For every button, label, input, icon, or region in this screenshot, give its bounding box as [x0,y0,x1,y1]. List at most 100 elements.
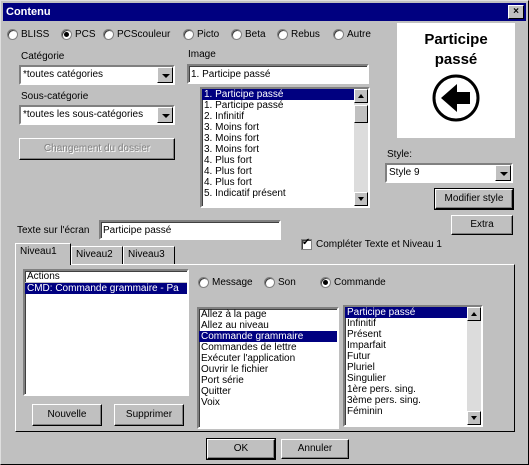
grammar-list-rows: Participe passé Infinitif Présent Imparfait… [345,307,481,417]
tab-niveau2[interactable]: Niveau2 [71,246,123,264]
command-list-item[interactable]: Ouvrir le fichier [199,364,337,375]
radio-label: PCScouleur [117,29,171,40]
chevron-down-icon[interactable] [157,107,173,123]
command-list-item[interactable]: Voix [199,397,337,408]
grammar-listbox[interactable]: Participe passé Infinitif Présent Imparfait… [343,305,483,427]
annuler-button[interactable]: Annuler [281,439,349,459]
action-item[interactable]: CMD: Commande grammaire - Pa [25,283,187,294]
actions-header: Actions [25,271,187,283]
image-list-item[interactable]: 4. Plus fort [202,166,368,177]
sous-categorie-combo[interactable]: *toutes les sous-catégories [19,105,175,125]
image-field-value: 1. Participe passé [191,69,271,80]
command-list-item[interactable]: Port série [199,375,337,386]
grammar-list-item[interactable]: 3ème pers. sing. [345,395,481,406]
radio-picto[interactable]: Picto [183,29,219,40]
scroll-up-icon[interactable] [354,89,368,103]
radio-pcs[interactable]: PCS [61,29,96,40]
radio-label: Picto [197,29,220,40]
chevron-down-icon[interactable] [495,165,511,181]
radio-dot [198,277,209,288]
command-list-item[interactable]: Commandes de lettre [199,342,337,353]
supprimer-button[interactable]: Supprimer [114,404,184,426]
image-list-item[interactable]: 2. Infinitif [202,111,368,122]
command-list-item[interactable]: Allez à la page [199,309,337,320]
scroll-thumb[interactable] [354,105,368,123]
symbol-preview: Participe passé [397,23,515,138]
grammar-list-item[interactable]: 1ère pers. sing. [345,384,481,395]
radio-bliss[interactable]: BLISS [7,29,49,40]
radio-son[interactable]: Son [264,277,296,288]
grammar-list-item[interactable]: Imparfait [345,340,481,351]
image-list-item[interactable]: 3. Moins fort [202,122,368,133]
radio-label: Beta [245,29,266,40]
tab-niveau3[interactable]: Niveau3 [123,246,175,264]
image-list-item[interactable]: 3. Moins fort [202,133,368,144]
sous-categorie-value: *toutes les sous-catégories [23,109,144,120]
texte-ecran-value: Participe passé [103,225,172,236]
image-listbox[interactable]: 1. Participe passé 1. Participe passé 2. I… [200,87,370,208]
image-field[interactable]: 1. Participe passé [187,64,369,84]
tab-niveau1[interactable]: Niveau1 [15,243,71,265]
image-list-item[interactable]: 1. Participe passé [202,89,368,100]
title-bar: Contenu × [3,3,526,21]
commands-list-rows: Allez à la page Allez au niveau Commande g… [199,309,337,408]
radio-dot [277,29,288,40]
image-list-item[interactable]: 3. Moins fort [202,144,368,155]
modifier-style-button[interactable]: Modifier style [434,188,514,210]
radio-label: Autre [347,29,371,40]
niveau-panel: Actions CMD: Commande grammaire - Pa Mes… [15,264,515,432]
radio-rebus[interactable]: Rebus [277,29,320,40]
nouvelle-button[interactable]: Nouvelle [32,404,102,426]
chevron-down-icon[interactable] [157,67,173,83]
commands-listbox[interactable]: Allez à la page Allez au niveau Commande g… [197,307,339,429]
grammar-list-item[interactable]: Féminin [345,406,481,417]
style-combo[interactable]: Style 9 [385,163,513,183]
image-list-item[interactable]: 5. Indicatif présent [202,188,368,199]
changement-dossier-button[interactable]: Changement du dossier [19,138,175,160]
radio-message[interactable]: Message [198,277,253,288]
grammar-list-item[interactable]: Singulier [345,373,481,384]
dialog-window: Contenu × BLISS PCS PCScouleur Picto Bet… [0,0,529,465]
radio-beta[interactable]: Beta [231,29,266,40]
style-label: Style: [387,149,413,160]
actions-listbox[interactable]: Actions CMD: Commande grammaire - Pa [23,269,189,396]
grammar-list-item[interactable]: Présent [345,329,481,340]
extra-button[interactable]: Extra [451,215,513,235]
radio-label: Son [278,277,296,288]
radio-label: Commande [334,277,386,288]
categorie-combo[interactable]: *toutes catégories [19,65,175,85]
completer-checkbox[interactable]: Compléter Texte et Niveau 1 [301,237,442,250]
sous-categorie-label: Sous-catégorie [21,91,89,102]
command-list-item[interactable]: Allez au niveau [199,320,337,331]
image-list-scrollbar[interactable] [354,89,368,206]
command-list-item[interactable]: Quitter [199,386,337,397]
image-list-rows: 1. Participe passé 1. Participe passé 2. I… [202,89,368,199]
radio-commande[interactable]: Commande [320,277,386,288]
image-list-item[interactable]: 4. Plus fort [202,155,368,166]
image-list-item[interactable]: 1. Participe passé [202,100,368,111]
radio-dot [183,29,194,40]
grammar-list-scrollbar[interactable] [467,307,481,425]
categorie-value: *toutes catégories [23,69,104,80]
checkbox-box [301,237,312,250]
scroll-down-icon[interactable] [354,192,368,206]
grammar-list-item[interactable]: Infinitif [345,318,481,329]
grammar-list-item[interactable]: Futur [345,351,481,362]
ok-button[interactable]: OK [206,438,276,460]
texte-ecran-input[interactable]: Participe passé [99,220,281,240]
radio-dot [61,29,72,40]
radio-dot [333,29,344,40]
grammar-list-item[interactable]: Participe passé [345,307,481,318]
command-list-item[interactable]: Commande grammaire [199,331,337,342]
command-list-item[interactable]: Exécuter l'application [199,353,337,364]
radio-pcscouleur[interactable]: PCScouleur [103,29,170,40]
scroll-up-icon[interactable] [467,307,481,321]
radio-autre[interactable]: Autre [333,29,371,40]
image-label: Image [188,49,216,60]
image-list-item[interactable]: 4. Plus fort [202,177,368,188]
scroll-down-icon[interactable] [467,411,481,425]
radio-dot [264,277,275,288]
radio-label: BLISS [21,29,50,40]
grammar-list-item[interactable]: Pluriel [345,362,481,373]
close-button[interactable]: × [508,5,524,19]
